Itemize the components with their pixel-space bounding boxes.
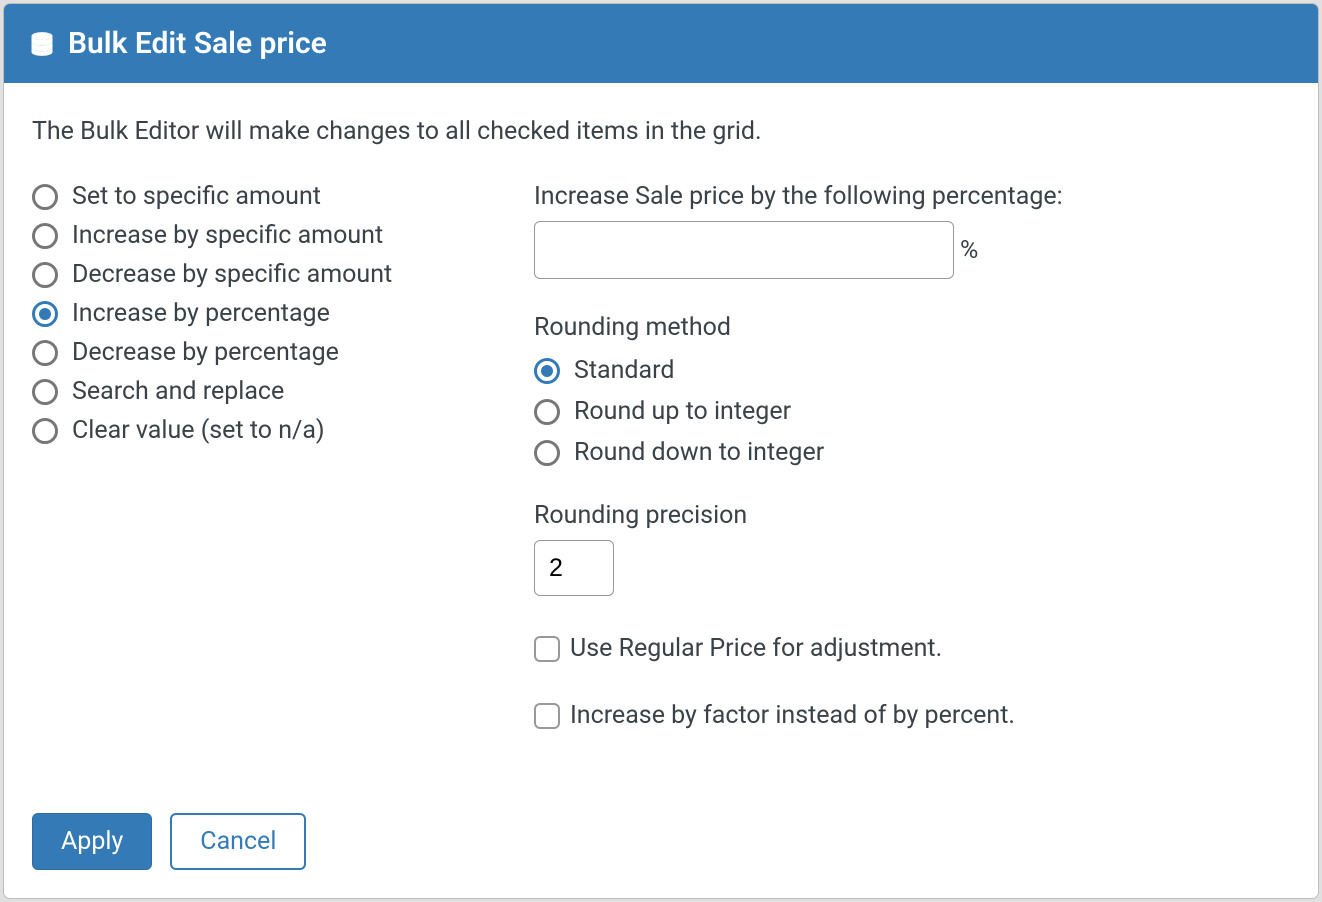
checkbox-use-regular-row[interactable]: Use Regular Price for adjustment.	[534, 634, 1290, 663]
checkbox-use-regular[interactable]	[534, 636, 560, 662]
content-row: Set to specific amount Increase by speci…	[32, 182, 1290, 730]
radio-standard-input[interactable]	[534, 358, 560, 384]
radio-increase-specific[interactable]: Increase by specific amount	[32, 221, 462, 250]
radio-increase-specific-label: Increase by specific amount	[72, 221, 383, 250]
radio-decrease-specific-input[interactable]	[32, 262, 58, 288]
radio-set-specific-label: Set to specific amount	[72, 182, 321, 211]
rounding-method-heading: Rounding method	[534, 313, 1290, 342]
radio-clear-value-input[interactable]	[32, 418, 58, 444]
dialog-description: The Bulk Editor will make changes to all…	[32, 117, 1290, 146]
rounding-precision-section: Rounding precision	[534, 501, 1290, 596]
radio-round-down-label: Round down to integer	[574, 438, 824, 467]
radio-search-replace[interactable]: Search and replace	[32, 377, 462, 406]
radio-clear-value[interactable]: Clear value (set to n/a)	[32, 416, 462, 445]
checkbox-use-regular-label: Use Regular Price for adjustment.	[570, 634, 942, 663]
radio-decrease-specific-label: Decrease by specific amount	[72, 260, 392, 289]
percentage-input[interactable]	[534, 221, 954, 279]
radio-increase-percent-input[interactable]	[32, 301, 58, 327]
radio-round-up[interactable]: Round up to integer	[534, 397, 1290, 426]
radio-standard-label: Standard	[574, 356, 674, 385]
apply-button[interactable]: Apply	[32, 813, 152, 870]
dialog-footer: Apply Cancel	[32, 773, 1290, 870]
radio-decrease-specific[interactable]: Decrease by specific amount	[32, 260, 462, 289]
percent-suffix: %	[960, 236, 978, 265]
bulk-edit-dialog: Bulk Edit Sale price The Bulk Editor wil…	[4, 4, 1318, 898]
rounding-precision-heading: Rounding precision	[534, 501, 1290, 530]
radio-clear-value-label: Clear value (set to n/a)	[72, 416, 325, 445]
operation-selector: Set to specific amount Increase by speci…	[32, 182, 462, 455]
radio-decrease-percent[interactable]: Decrease by percentage	[32, 338, 462, 367]
radio-decrease-percent-label: Decrease by percentage	[72, 338, 339, 367]
radio-round-up-label: Round up to integer	[574, 397, 791, 426]
radio-search-replace-label: Search and replace	[72, 377, 284, 406]
radio-round-down-input[interactable]	[534, 440, 560, 466]
radio-increase-percent[interactable]: Increase by percentage	[32, 299, 462, 328]
radio-increase-specific-input[interactable]	[32, 223, 58, 249]
rounding-method-section: Rounding method Standard Round up to int…	[534, 313, 1290, 467]
operation-details: Increase Sale price by the following per…	[534, 182, 1290, 730]
checkbox-factor[interactable]	[534, 703, 560, 729]
radio-search-replace-input[interactable]	[32, 379, 58, 405]
database-icon	[28, 30, 56, 58]
checkbox-factor-label: Increase by factor instead of by percent…	[570, 701, 1015, 730]
rounding-precision-input[interactable]	[534, 540, 614, 596]
radio-decrease-percent-input[interactable]	[32, 340, 58, 366]
radio-set-specific-input[interactable]	[32, 184, 58, 210]
checkbox-factor-row[interactable]: Increase by factor instead of by percent…	[534, 701, 1290, 730]
dialog-title: Bulk Edit Sale price	[68, 26, 327, 61]
radio-round-up-input[interactable]	[534, 399, 560, 425]
radio-round-down[interactable]: Round down to integer	[534, 438, 1290, 467]
percentage-label: Increase Sale price by the following per…	[534, 182, 1290, 211]
dialog-body: The Bulk Editor will make changes to all…	[4, 83, 1318, 898]
radio-standard[interactable]: Standard	[534, 356, 1290, 385]
radio-set-specific[interactable]: Set to specific amount	[32, 182, 462, 211]
radio-increase-percent-label: Increase by percentage	[72, 299, 330, 328]
percentage-input-row: %	[534, 221, 1290, 279]
cancel-button[interactable]: Cancel	[170, 813, 306, 870]
dialog-header: Bulk Edit Sale price	[4, 4, 1318, 83]
